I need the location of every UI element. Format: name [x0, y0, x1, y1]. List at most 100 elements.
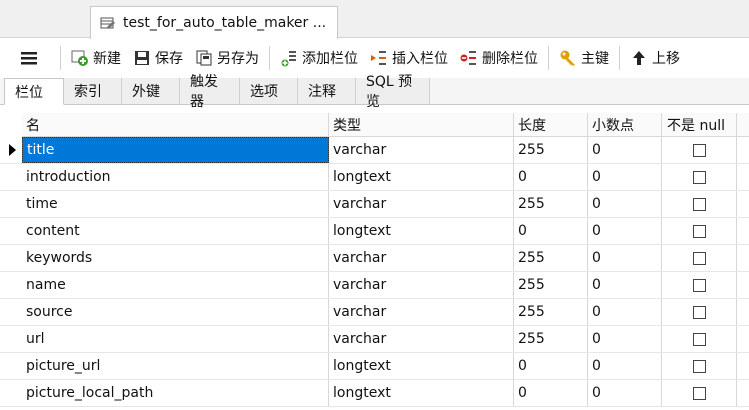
column-header-not-null[interactable]: 不是 null — [662, 113, 737, 136]
document-tab[interactable]: test_for_auto_table_maker ... — [90, 6, 338, 39]
tab-options[interactable]: 选项 — [240, 78, 298, 104]
field-name-cell[interactable]: picture_url — [22, 353, 329, 379]
not-null-cell — [662, 137, 737, 163]
not-null-checkbox[interactable] — [692, 197, 706, 211]
table-design-icon — [99, 14, 117, 32]
tab-sql-preview[interactable]: SQL 预览 — [356, 74, 430, 110]
field-name-cell[interactable]: url — [22, 326, 329, 352]
field-type-cell[interactable]: longtext — [329, 218, 514, 244]
field-name-cell[interactable]: title — [22, 137, 329, 163]
move-up-button[interactable]: 上移 — [624, 44, 686, 72]
column-header-decimals[interactable]: 小数点 — [588, 113, 662, 136]
field-type-cell[interactable]: varchar — [329, 137, 514, 163]
field-name-cell[interactable]: source — [22, 299, 329, 325]
field-decimals-cell[interactable]: 0 — [588, 272, 662, 298]
column-header-name[interactable]: 名 — [22, 113, 329, 136]
not-null-cell — [662, 218, 737, 244]
field-length-cell[interactable]: 0 — [514, 164, 588, 190]
field-name-cell[interactable]: picture_local_path — [22, 380, 329, 406]
primary-key-button[interactable]: 主键 — [553, 44, 615, 72]
field-decimals-cell[interactable]: 0 — [588, 137, 662, 163]
field-decimals-cell[interactable]: 0 — [588, 191, 662, 217]
field-length-cell[interactable]: 255 — [514, 191, 588, 217]
document-tab-title: test_for_auto_table_maker ... — [123, 15, 327, 31]
field-decimals-cell[interactable]: 0 — [588, 164, 662, 190]
new-table-icon — [71, 49, 89, 67]
delete-field-button-label: 删除栏位 — [482, 51, 538, 67]
not-null-checkbox[interactable] — [692, 386, 706, 400]
field-length-cell[interactable]: 0 — [514, 353, 588, 379]
table-row[interactable]: source varchar 255 0 — [0, 299, 749, 326]
column-header-length[interactable]: 长度 — [514, 113, 588, 136]
field-length-cell[interactable]: 0 — [514, 218, 588, 244]
field-type-cell[interactable]: varchar — [329, 326, 514, 352]
field-type-cell[interactable]: varchar — [329, 299, 514, 325]
not-null-checkbox[interactable] — [692, 278, 706, 292]
add-field-icon — [280, 49, 298, 67]
field-decimals-cell[interactable]: 0 — [588, 299, 662, 325]
field-decimals-cell[interactable]: 0 — [588, 353, 662, 379]
tab-indexes[interactable]: 索引 — [64, 78, 122, 104]
table-row[interactable]: time varchar 255 0 — [0, 191, 749, 218]
design-tabs: 栏位 索引 外键 触发器 选项 注释 SQL 预览 — [0, 74, 749, 110]
field-type-cell[interactable]: longtext — [329, 353, 514, 379]
table-row[interactable]: url varchar 255 0 — [0, 326, 749, 353]
not-null-checkbox[interactable] — [692, 170, 706, 184]
field-name-cell[interactable]: time — [22, 191, 329, 217]
save-as-icon — [195, 49, 213, 67]
field-type-cell[interactable]: longtext — [329, 380, 514, 406]
save-button[interactable]: 保存 — [127, 44, 189, 72]
field-name-cell[interactable]: keywords — [22, 245, 329, 271]
not-null-checkbox[interactable] — [692, 359, 706, 373]
field-type-cell[interactable]: varchar — [329, 191, 514, 217]
field-length-cell[interactable]: 255 — [514, 326, 588, 352]
toolbar-divider — [60, 46, 61, 70]
table-row[interactable]: introduction longtext 0 0 — [0, 164, 749, 191]
field-decimals-cell[interactable]: 0 — [588, 326, 662, 352]
not-null-checkbox[interactable] — [692, 143, 706, 157]
field-decimals-cell[interactable]: 0 — [588, 218, 662, 244]
field-length-cell[interactable]: 255 — [514, 137, 588, 163]
field-type-cell[interactable]: varchar — [329, 272, 514, 298]
arrow-up-icon — [630, 49, 648, 67]
field-length-cell[interactable]: 255 — [514, 245, 588, 271]
table-row[interactable]: content longtext 0 0 — [0, 218, 749, 245]
tab-triggers[interactable]: 触发器 — [180, 74, 240, 110]
not-null-checkbox[interactable] — [692, 332, 706, 346]
field-length-cell[interactable]: 0 — [514, 380, 588, 406]
table-row[interactable]: picture_url longtext 0 0 — [0, 353, 749, 380]
field-name-cell[interactable]: introduction — [22, 164, 329, 190]
field-length-cell[interactable]: 255 — [514, 299, 588, 325]
save-as-button[interactable]: 另存为 — [189, 44, 265, 72]
field-type-cell[interactable]: longtext — [329, 164, 514, 190]
toolbar-divider — [619, 46, 620, 70]
field-length-cell[interactable]: 255 — [514, 272, 588, 298]
add-field-button[interactable]: 添加栏位 — [274, 44, 364, 72]
not-null-checkbox[interactable] — [692, 305, 706, 319]
insert-field-button[interactable]: 插入栏位 — [364, 44, 454, 72]
not-null-cell — [662, 272, 737, 298]
not-null-checkbox[interactable] — [692, 251, 706, 265]
field-name-cell[interactable]: content — [22, 218, 329, 244]
toolbar-divider — [548, 46, 549, 70]
field-type-cell[interactable]: varchar — [329, 245, 514, 271]
column-header-type[interactable]: 类型 — [329, 113, 514, 136]
delete-field-button[interactable]: 删除栏位 — [454, 44, 544, 72]
not-null-cell — [662, 245, 737, 271]
tab-fields[interactable]: 栏位 — [4, 78, 64, 105]
hamburger-menu-icon — [20, 49, 38, 67]
move-up-button-label: 上移 — [652, 51, 680, 67]
table-row[interactable]: picture_local_path longtext 0 0 — [0, 380, 749, 407]
new-button[interactable]: 新建 — [65, 44, 127, 72]
menu-button[interactable] — [0, 44, 56, 72]
table-row[interactable]: name varchar 255 0 — [0, 272, 749, 299]
table-row[interactable]: title varchar 255 0 — [0, 137, 749, 164]
table-row[interactable]: keywords varchar 255 0 — [0, 245, 749, 272]
field-decimals-cell[interactable]: 0 — [588, 245, 662, 271]
tab-comment[interactable]: 注释 — [298, 78, 356, 104]
field-name-cell[interactable]: name — [22, 272, 329, 298]
not-null-checkbox[interactable] — [692, 224, 706, 238]
save-as-button-label: 另存为 — [217, 51, 259, 67]
field-decimals-cell[interactable]: 0 — [588, 380, 662, 406]
tab-foreign-keys[interactable]: 外键 — [122, 78, 180, 104]
